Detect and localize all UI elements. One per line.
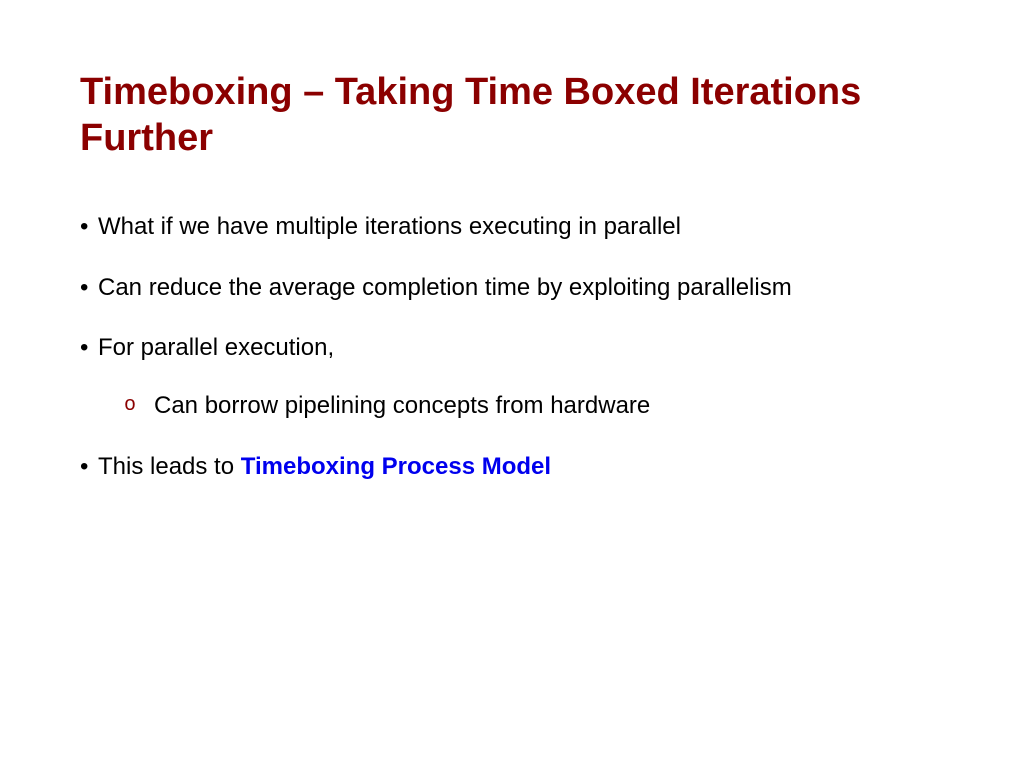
list-item: What if we have multiple iterations exec… <box>80 211 944 243</box>
list-item: For parallel execution, Can borrow pipel… <box>80 332 944 423</box>
bullet-text-prefix: This leads to <box>98 453 241 480</box>
slide-title: Timeboxing – Taking Time Boxed Iteration… <box>80 70 944 161</box>
sub-bullet-list: Can borrow pipelining concepts from hard… <box>98 390 944 422</box>
bullet-list: What if we have multiple iterations exec… <box>80 211 944 483</box>
sub-bullet-text: Can borrow pipelining concepts from hard… <box>154 392 650 419</box>
highlight-text: Timeboxing Process Model <box>241 453 551 480</box>
bullet-text: What if we have multiple iterations exec… <box>98 213 681 240</box>
bullet-text: For parallel execution, <box>98 334 334 361</box>
list-item: Can reduce the average completion time b… <box>80 272 944 304</box>
bullet-text: Can reduce the average completion time b… <box>98 274 792 301</box>
list-item: This leads to Timeboxing Process Model <box>80 451 944 483</box>
sub-list-item: Can borrow pipelining concepts from hard… <box>104 390 944 422</box>
